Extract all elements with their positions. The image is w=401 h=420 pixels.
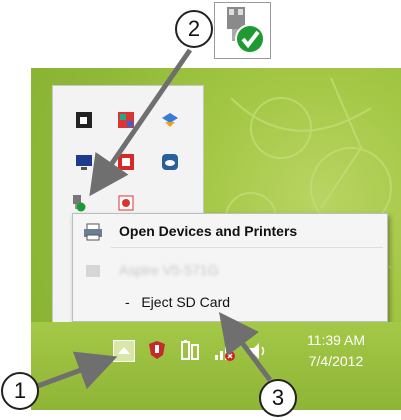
- callout-3: 3: [259, 379, 297, 417]
- arrow-2: [89, 48, 193, 197]
- callout-1: 1: [1, 372, 39, 410]
- arrow-3: [219, 312, 272, 382]
- annotation-arrows: [34, 48, 272, 390]
- callout-2: 2: [175, 10, 213, 48]
- arrow-1: [34, 351, 118, 390]
